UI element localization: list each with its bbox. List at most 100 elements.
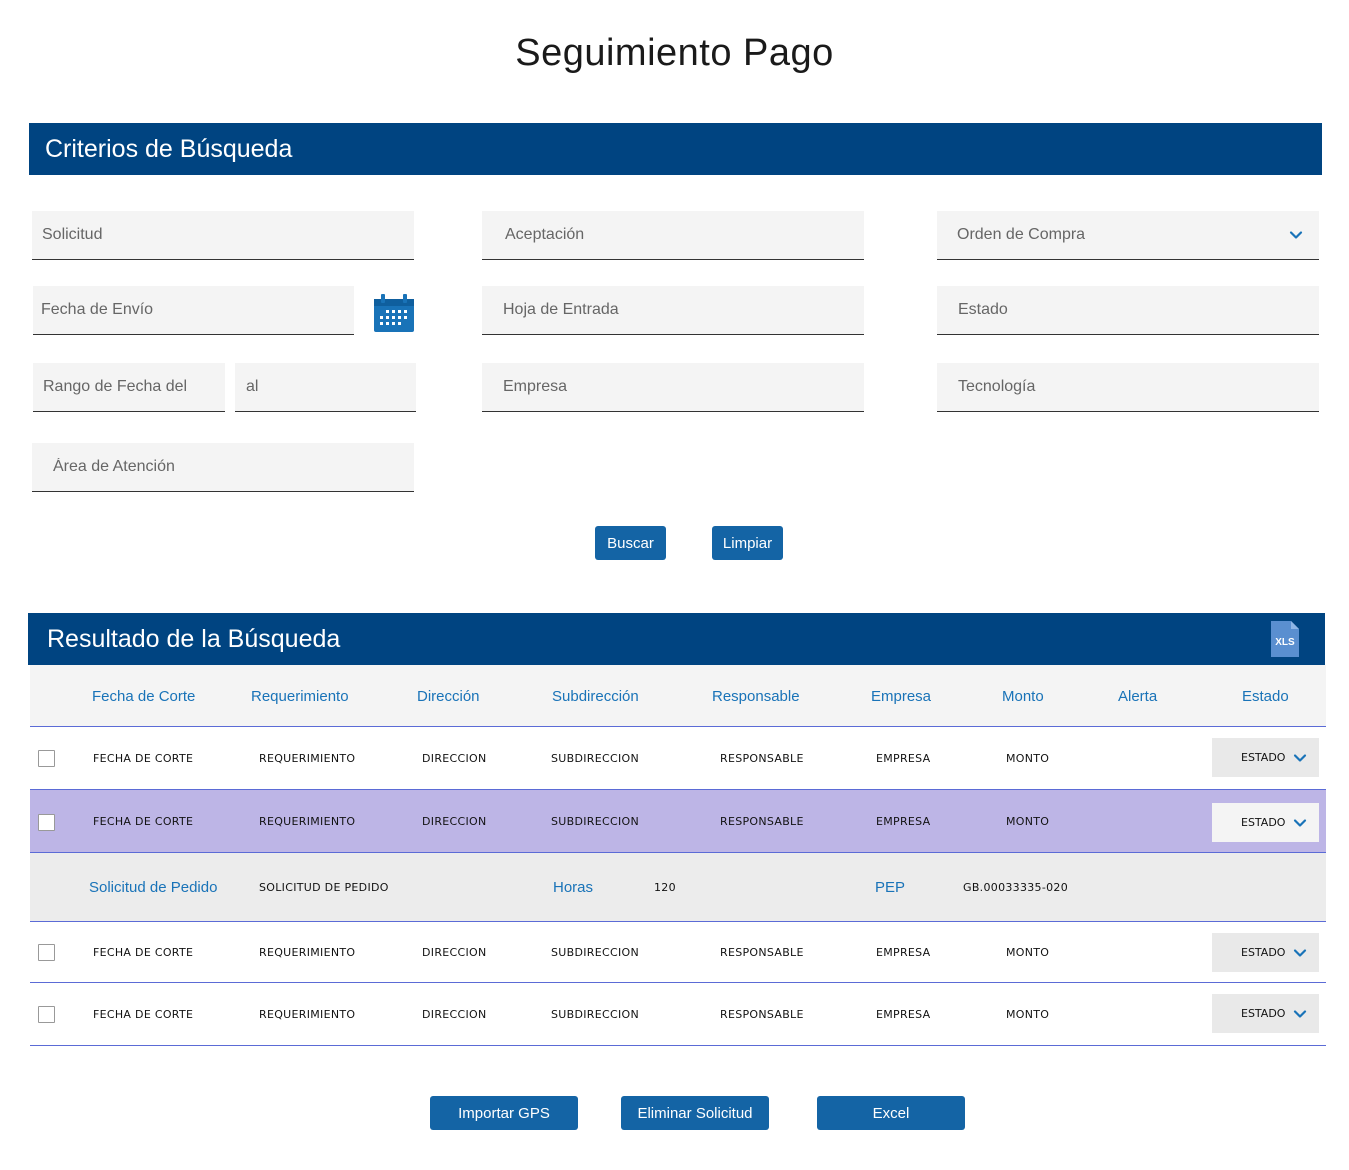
cell-requerimiento: REQUERIMIENTO [259,1007,356,1021]
cell-subdireccion: SUBDIRECCION [551,1007,639,1021]
cell-monto: MONTO [1006,751,1050,765]
cell-empresa: EMPRESA [876,814,931,828]
cell-requerimiento: REQUERIMIENTO [259,814,356,828]
solicitud-input[interactable] [32,211,414,259]
area-atencion-field[interactable] [32,443,414,492]
column-header-empresa[interactable]: Empresa [871,665,931,727]
xls-label: XLS [1275,637,1295,648]
hoja-entrada-field[interactable] [482,286,864,335]
row-checkbox[interactable] [38,750,55,767]
cell-direccion: DIRECCION [422,814,487,828]
fecha-envio-input[interactable] [33,286,354,334]
estado-dropdown-label: ESTADO [1241,946,1286,959]
table-row[interactable]: FECHA DE CORTE REQUERIMIENTO DIRECCION S… [30,922,1326,983]
table-row[interactable]: FECHA DE CORTE REQUERIMIENTO DIRECCION S… [30,983,1326,1046]
rango-fecha-del-input[interactable] [33,363,225,411]
chevron-down-icon [1293,819,1307,827]
search-results-title: Resultado de la Búsqueda [47,624,341,653]
importar-gps-button[interactable]: Importar GPS [430,1096,578,1130]
chevron-down-icon [1293,949,1307,957]
cell-monto: MONTO [1006,814,1050,828]
row-detail: Solicitud de Pedido SOLICITUD DE PEDIDO … [30,853,1326,922]
tecnologia-input[interactable] [937,363,1319,411]
aceptacion-input[interactable] [482,211,864,259]
solicitud-field[interactable] [32,211,414,260]
cell-empresa: EMPRESA [876,1007,931,1021]
cell-empresa: EMPRESA [876,945,931,959]
xls-export-icon[interactable]: XLS [1271,621,1299,657]
cell-responsable: RESPONSABLE [720,751,804,765]
estado-input[interactable] [937,286,1319,334]
detail-horas-value: 120 [654,880,676,894]
cell-empresa: EMPRESA [876,751,931,765]
fecha-envio-field[interactable] [33,286,354,335]
detail-horas-label: Horas [553,878,594,896]
column-header-estado[interactable]: Estado [1242,665,1289,727]
cell-requerimiento: REQUERIMIENTO [259,751,356,765]
cell-subdireccion: SUBDIRECCION [551,751,639,765]
cell-responsable: RESPONSABLE [720,814,804,828]
buscar-button[interactable]: Buscar [595,526,666,560]
column-header-responsable[interactable]: Responsable [712,665,800,727]
cell-responsable: RESPONSABLE [720,945,804,959]
chevron-down-icon [1293,1010,1307,1018]
estado-dropdown[interactable]: ESTADO [1212,994,1319,1033]
estado-dropdown[interactable]: ESTADO [1212,738,1319,777]
column-header-direccion[interactable]: Dirección [417,665,480,727]
cell-direccion: DIRECCION [422,1007,487,1021]
chevron-down-icon [1293,754,1307,762]
cell-responsable: RESPONSABLE [720,1007,804,1021]
detail-pep-label: PEP [875,878,906,896]
detail-pep-value: GB.00033335-020 [963,880,1069,894]
orden-compra-input[interactable] [937,211,1319,259]
detail-solicitud-value: SOLICITUD DE PEDIDO [259,880,389,894]
estado-dropdown-label: ESTADO [1241,1007,1286,1020]
cell-fecha-corte: FECHA DE CORTE [93,945,194,959]
excel-button[interactable]: Excel [817,1096,965,1130]
estado-dropdown[interactable]: ESTADO [1212,803,1319,842]
xls-file-icon: XLS [1271,621,1299,657]
search-criteria-title: Criterios de Búsqueda [45,134,293,163]
limpiar-button[interactable]: Limpiar [712,526,783,560]
cell-fecha-corte: FECHA DE CORTE [93,751,194,765]
empresa-input[interactable] [482,363,864,411]
row-checkbox[interactable] [38,944,55,961]
cell-direccion: DIRECCION [422,751,487,765]
estado-dropdown[interactable]: ESTADO [1212,933,1319,972]
orden-compra-select[interactable] [937,211,1319,260]
estado-dropdown-label: ESTADO [1241,816,1286,829]
column-header-subdireccion[interactable]: Subdirección [552,665,639,727]
area-atencion-input[interactable] [32,443,414,491]
estado-dropdown-label: ESTADO [1241,751,1286,764]
cell-subdireccion: SUBDIRECCION [551,945,639,959]
search-results-header: Resultado de la Búsqueda XLS [28,613,1325,665]
search-criteria-header: Criterios de Búsqueda [29,123,1322,175]
tecnologia-field[interactable] [937,363,1319,412]
detail-solicitud-label: Solicitud de Pedido [89,878,218,896]
page-title: Seguimiento Pago [515,32,834,74]
cell-monto: MONTO [1006,1007,1050,1021]
cell-requerimiento: REQUERIMIENTO [259,945,356,959]
estado-field[interactable] [937,286,1319,335]
column-header-alerta[interactable]: Alerta [1118,665,1157,727]
cell-subdireccion: SUBDIRECCION [551,814,639,828]
column-header-monto[interactable]: Monto [1002,665,1044,727]
column-header-requerimiento[interactable]: Requerimiento [251,665,349,727]
rango-fecha-al-input[interactable] [235,363,416,411]
calendar-icon[interactable] [374,294,414,332]
hoja-entrada-input[interactable] [482,286,864,334]
column-header-fecha-corte[interactable]: Fecha de Corte [92,665,195,727]
cell-fecha-corte: FECHA DE CORTE [93,814,194,828]
rango-fecha-al-field[interactable] [235,363,416,412]
chevron-down-icon[interactable] [1289,228,1303,242]
empresa-field[interactable] [482,363,864,412]
results-table-header: Fecha de Corte Requerimiento Dirección S… [30,665,1326,727]
row-checkbox[interactable] [38,814,55,831]
aceptacion-field[interactable] [482,211,864,260]
eliminar-solicitud-button[interactable]: Eliminar Solicitud [621,1096,769,1130]
cell-monto: MONTO [1006,945,1050,959]
row-checkbox[interactable] [38,1006,55,1023]
rango-fecha-del-field[interactable] [33,363,225,412]
table-row-selected[interactable]: FECHA DE CORTE REQUERIMIENTO DIRECCION S… [30,790,1326,853]
table-row[interactable]: FECHA DE CORTE REQUERIMIENTO DIRECCION S… [30,727,1326,790]
